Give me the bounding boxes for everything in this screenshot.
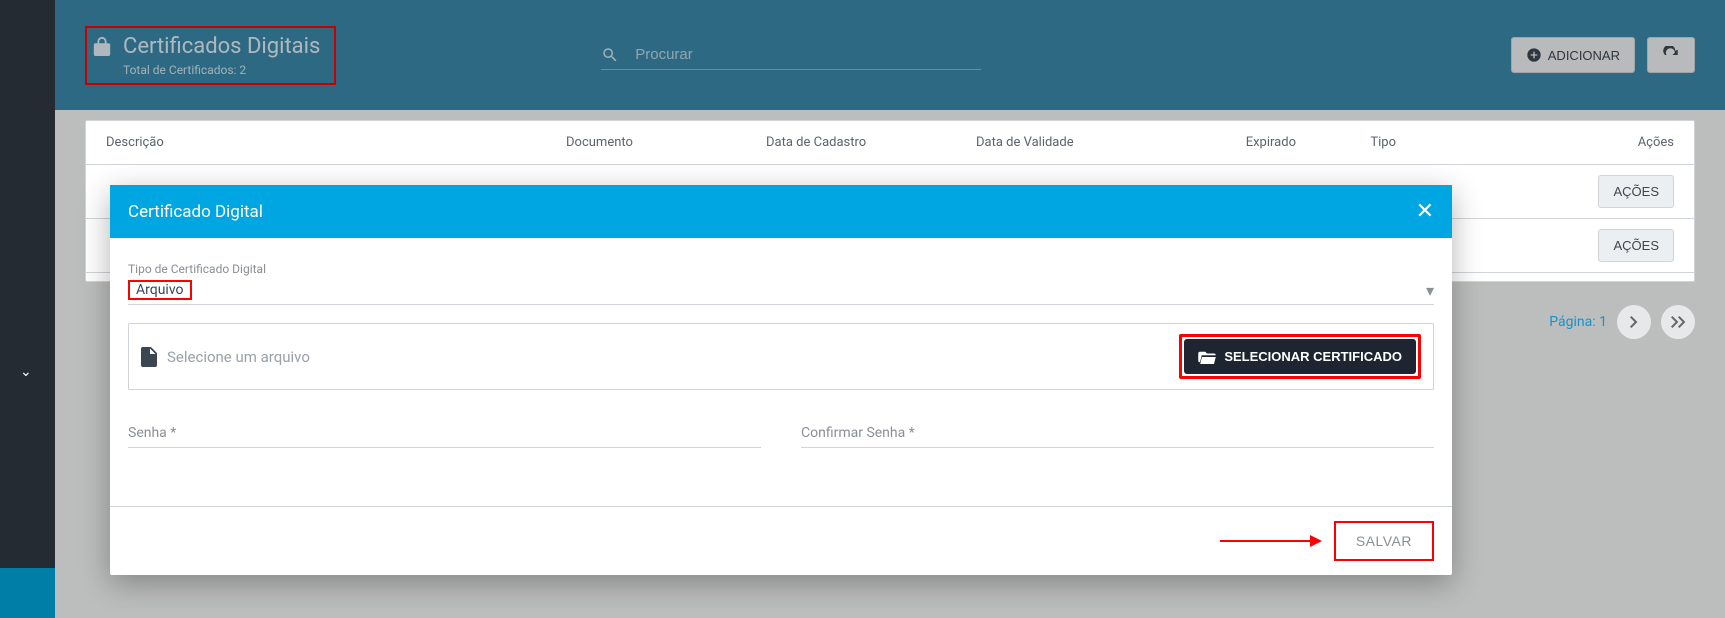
chevron-right-icon — [1629, 316, 1639, 328]
next-page-button[interactable] — [1617, 305, 1651, 339]
file-placeholder: Selecione um arquivo — [167, 348, 310, 366]
pagination: Página: 1 — [1549, 305, 1695, 339]
certificate-modal: Certificado Digital ✕ Tipo de Certificad… — [110, 185, 1452, 575]
page-label: Página: 1 — [1549, 314, 1607, 330]
col-data-validade: Data de Validade — [976, 135, 1196, 150]
select-certificate-button[interactable]: SELECIONAR CERTIFICADO — [1184, 339, 1416, 374]
file-icon — [141, 347, 157, 367]
col-data-cadastro: Data de Cadastro — [766, 135, 976, 150]
double-chevron-right-icon — [1671, 316, 1685, 328]
tipo-select[interactable]: Arquivo ▾ — [128, 276, 1434, 305]
table-header: Descrição Documento Data de Cadastro Dat… — [86, 121, 1694, 165]
annotation-arrow — [1220, 540, 1320, 542]
chevron-down-icon: ▾ — [1426, 281, 1434, 300]
file-picker-row: Selecione um arquivo SELECIONAR CERTIFIC… — [128, 323, 1434, 390]
col-expirado: Expirado — [1196, 135, 1296, 150]
folder-open-icon — [1198, 350, 1216, 364]
tipo-label: Tipo de Certificado Digital — [128, 262, 1434, 276]
senha-field[interactable]: Senha * — [128, 416, 761, 448]
last-page-button[interactable] — [1661, 305, 1695, 339]
row-actions-button[interactable]: AÇÕES — [1598, 229, 1674, 262]
sidebar-collapse-icon[interactable]: ⌄ — [20, 364, 32, 380]
sidebar: ⌄ — [0, 0, 55, 618]
select-certificate-label: SELECIONAR CERTIFICADO — [1224, 349, 1402, 364]
modal-title: Certificado Digital — [128, 202, 263, 222]
close-icon[interactable]: ✕ — [1416, 199, 1434, 224]
col-tipo: Tipo — [1296, 135, 1396, 150]
senha-label: Senha * — [128, 425, 176, 441]
col-acoes: Ações — [1396, 135, 1674, 150]
modal-footer: SALVAR — [110, 506, 1452, 575]
modal-header: Certificado Digital ✕ — [110, 185, 1452, 238]
confirmar-senha-label: Confirmar Senha * — [801, 425, 915, 441]
col-documento: Documento — [566, 135, 766, 150]
confirmar-senha-field[interactable]: Confirmar Senha * — [801, 416, 1434, 448]
col-descricao: Descrição — [106, 135, 566, 150]
row-actions-button[interactable]: AÇÕES — [1598, 175, 1674, 208]
sidebar-accent — [0, 568, 55, 618]
save-button[interactable]: SALVAR — [1334, 521, 1434, 561]
tipo-value: Arquivo — [128, 280, 192, 300]
